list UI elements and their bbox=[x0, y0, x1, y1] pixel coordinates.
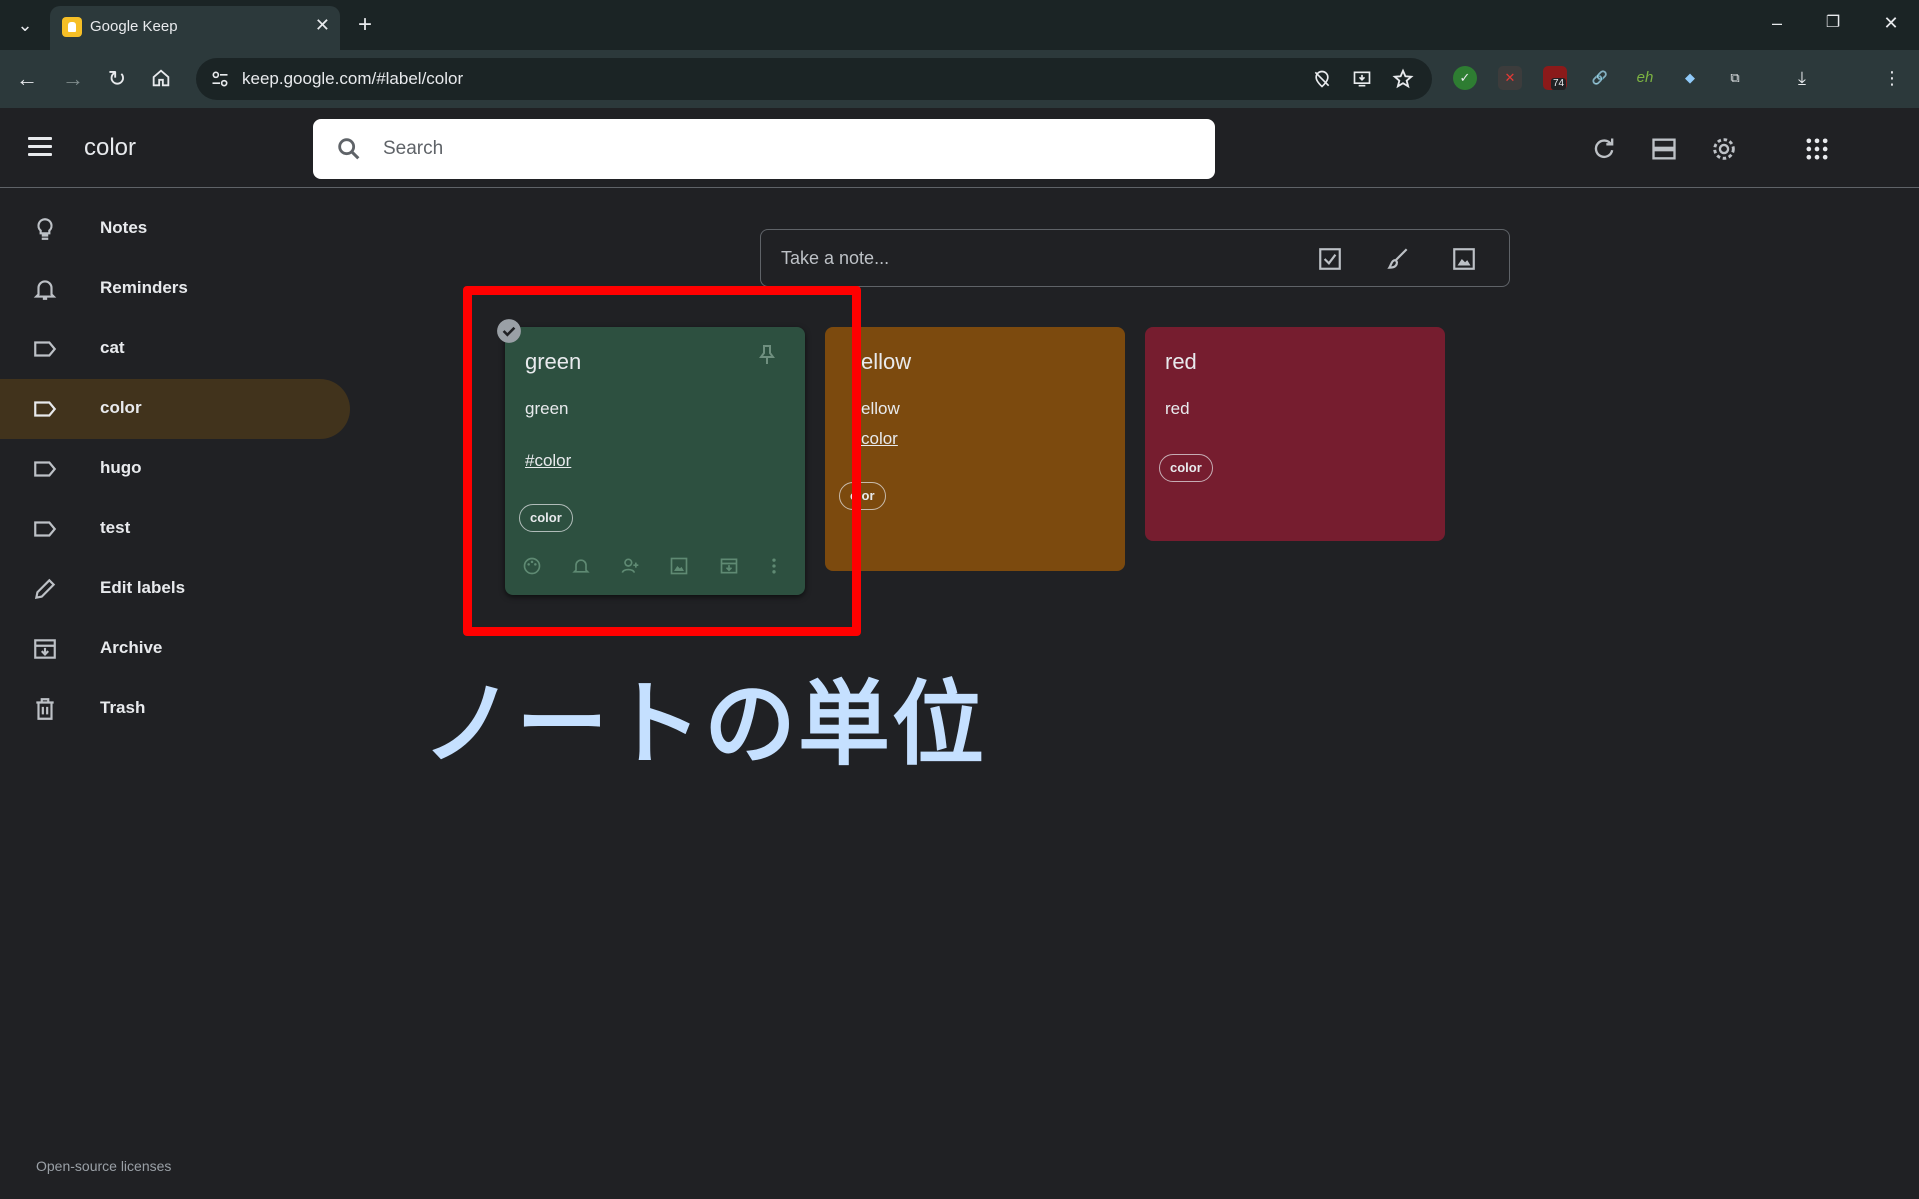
sidebar-item-label: Archive bbox=[100, 638, 163, 657]
keep-header: color Search bbox=[0, 108, 1919, 188]
new-drawing-brush-icon[interactable] bbox=[1385, 246, 1411, 272]
label-icon bbox=[34, 461, 57, 477]
sidebar-item-reminders[interactable]: Reminders bbox=[0, 259, 350, 319]
sidebar-item-label: cat bbox=[100, 338, 125, 357]
site-info-icon[interactable] bbox=[210, 69, 230, 89]
sidebar-item-label: test bbox=[100, 518, 131, 537]
new-tab-icon[interactable]: + bbox=[350, 10, 380, 40]
location-off-icon[interactable] bbox=[1312, 69, 1332, 89]
archive-icon bbox=[34, 639, 56, 659]
sidebar-item-color[interactable]: color bbox=[0, 379, 350, 439]
note-label-chip[interactable]: color bbox=[1159, 454, 1213, 482]
sidebar-item-label: Notes bbox=[100, 218, 148, 237]
settings-gear-icon[interactable] bbox=[1710, 135, 1738, 163]
link-extension-icon[interactable]: 🔗 bbox=[1588, 66, 1612, 90]
tab-close-icon[interactable]: ✕ bbox=[315, 15, 330, 36]
highlight-box bbox=[463, 286, 861, 636]
note-card[interactable]: ellow ellow color olor bbox=[825, 327, 1125, 571]
cat-extension-icon[interactable]: ✕ bbox=[1498, 66, 1522, 90]
sidebar-item-label: Reminders bbox=[100, 278, 188, 297]
new-list-checkbox-icon[interactable] bbox=[1317, 246, 1343, 272]
chrome-menu-icon[interactable]: ⋮ bbox=[1880, 66, 1904, 90]
url-text: keep.google.com/#label/color bbox=[242, 69, 464, 88]
sidebar-item-archive[interactable]: Archive bbox=[0, 619, 350, 679]
sidebar-item-notes[interactable]: Notes bbox=[0, 199, 350, 259]
minimize-icon[interactable]: – bbox=[1762, 8, 1792, 38]
home-icon[interactable] bbox=[146, 63, 176, 93]
search-input[interactable]: Search bbox=[383, 138, 443, 160]
sidebar-item-label: color bbox=[100, 398, 142, 417]
note-title: red bbox=[1165, 349, 1197, 374]
note-body: ellow bbox=[861, 399, 900, 418]
sidebar-item-label: Edit labels bbox=[100, 578, 186, 597]
page-title: color bbox=[84, 134, 137, 161]
sidebar-item-label: Trash bbox=[100, 698, 146, 717]
browser-toolbar: ← → ↻ keep.google.com/#label/color ✓ ✕ 7… bbox=[0, 50, 1919, 108]
browser-tab-bar: ⌄ Google Keep ✕ + – ❐ ✕ bbox=[0, 0, 1919, 50]
sidebar-item-cat[interactable]: cat bbox=[0, 319, 350, 379]
refresh-icon[interactable] bbox=[1590, 135, 1618, 163]
sidebar-item-trash[interactable]: Trash bbox=[0, 679, 350, 739]
list-view-icon[interactable] bbox=[1650, 135, 1678, 163]
forward-icon[interactable]: → bbox=[58, 64, 88, 94]
keep-favicon-icon bbox=[62, 17, 82, 37]
bell-icon bbox=[33, 280, 57, 300]
install-app-icon[interactable] bbox=[1352, 69, 1372, 89]
label-icon bbox=[34, 341, 57, 357]
tab-search-icon[interactable]: ⌄ bbox=[10, 10, 40, 40]
take-note-input[interactable]: Take a note... bbox=[781, 248, 889, 269]
trash-icon bbox=[36, 698, 54, 720]
new-image-icon[interactable] bbox=[1451, 246, 1477, 272]
main-menu-icon[interactable] bbox=[26, 134, 54, 162]
pencil-icon bbox=[34, 578, 56, 600]
search-box[interactable]: Search bbox=[313, 119, 1215, 179]
label-icon bbox=[34, 521, 57, 537]
sidebar-item-hugo[interactable]: hugo bbox=[0, 439, 350, 499]
browser-tab[interactable]: Google Keep ✕ bbox=[50, 6, 340, 50]
back-icon[interactable]: ← bbox=[12, 64, 42, 94]
window-close-icon[interactable]: ✕ bbox=[1876, 8, 1906, 38]
note-title: ellow bbox=[861, 349, 912, 374]
note-body: red bbox=[1165, 399, 1190, 418]
extensions-puzzle-icon[interactable]: ⧉ bbox=[1723, 66, 1747, 90]
shield-extension-icon[interactable]: ✓ bbox=[1453, 66, 1477, 90]
sidebar-item-label: hugo bbox=[100, 458, 142, 477]
eh-extension-icon[interactable]: eh bbox=[1633, 66, 1657, 90]
sidebar-item-test[interactable]: test bbox=[0, 499, 350, 559]
note-card[interactable]: red red color bbox=[1145, 327, 1445, 541]
google-apps-icon[interactable] bbox=[1803, 135, 1831, 163]
label-icon bbox=[34, 401, 57, 417]
extension-badge-count: 74 bbox=[1551, 78, 1567, 90]
open-source-licenses-link[interactable]: Open-source licenses bbox=[36, 1158, 171, 1174]
badge-extension-icon[interactable]: 74 bbox=[1543, 66, 1567, 90]
lightbulb-icon bbox=[37, 218, 53, 240]
note-hashtag-link[interactable]: color bbox=[861, 429, 898, 449]
restore-icon[interactable]: ❐ bbox=[1818, 8, 1848, 38]
search-icon[interactable] bbox=[335, 135, 363, 163]
bookmark-star-icon[interactable] bbox=[1392, 68, 1414, 90]
reload-icon[interactable]: ↻ bbox=[102, 64, 132, 94]
downloads-icon[interactable]: ⤓ bbox=[1790, 66, 1814, 90]
translate-extension-icon[interactable]: ◆ bbox=[1678, 66, 1702, 90]
sidebar-item-edit-labels[interactable]: Edit labels bbox=[0, 559, 350, 619]
annotation-text: ノートの単位 bbox=[422, 671, 987, 778]
address-bar[interactable]: keep.google.com/#label/color bbox=[196, 58, 1432, 100]
take-note-bar[interactable]: Take a note... bbox=[760, 229, 1510, 287]
tab-title: Google Keep bbox=[90, 18, 178, 35]
